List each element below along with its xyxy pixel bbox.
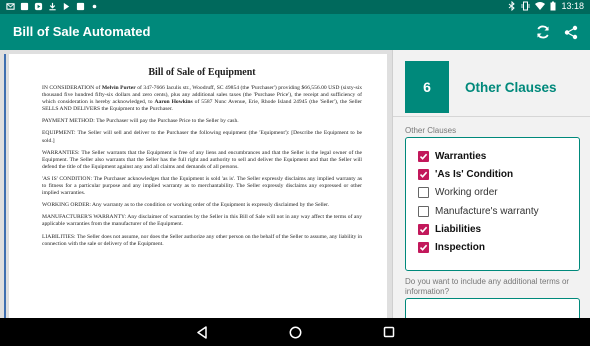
- document-page: Bill of Sale of Equipment IN CONSIDERATI…: [9, 54, 387, 320]
- document-title: Bill of Sale of Equipment: [148, 67, 256, 78]
- document-body: Bill of Sale of Equipment IN CONSIDERATI…: [42, 67, 362, 253]
- checkbox-label: Manufacture's warranty: [435, 205, 539, 217]
- status-bar: 13:18: [0, 0, 590, 14]
- back-icon: [197, 325, 207, 339]
- text-run: IN CONSIDERATION of: [42, 85, 102, 91]
- checkbox-label: Warranties: [435, 150, 487, 162]
- square-notification-icon: [76, 2, 85, 11]
- home-icon: [289, 326, 301, 338]
- checkbox-icon[interactable]: [418, 150, 429, 162]
- manufacturer-warranty-paragraph: MANUFACTURER'S WARRANTY: Any disclaimer …: [42, 214, 362, 228]
- mail-icon: [6, 3, 15, 10]
- checkmark-icon: [419, 171, 428, 178]
- equipment-paragraph: EQUIPMENT: The Seller will sell and deli…: [42, 130, 362, 144]
- refresh-icon: [537, 25, 549, 39]
- checkbox-as-is-condition[interactable]: 'As Is' Condition: [406, 165, 579, 183]
- as-is-paragraph: 'AS IS' CONDITION: The Purchaser acknowl…: [42, 175, 362, 197]
- checkbox-icon[interactable]: [418, 242, 429, 254]
- checkbox-label: Liabilities: [435, 223, 482, 235]
- play-notification-icon: [34, 2, 43, 11]
- checkbox-label: 'As Is' Condition: [435, 168, 514, 180]
- consideration-paragraph: IN CONSIDERATION of Melvin Porter of 347…: [42, 85, 362, 113]
- battery-icon: [550, 1, 556, 11]
- document-preview[interactable]: Bill of Sale of Equipment IN CONSIDERATI…: [0, 50, 392, 320]
- checkmark-icon: [419, 226, 428, 233]
- form-panel: 6 Other Clauses Other Clauses Warranties…: [392, 50, 590, 318]
- checkmark-icon: [419, 153, 428, 160]
- checkbox-icon[interactable]: [418, 168, 429, 180]
- section-title: Other Clauses: [465, 80, 557, 95]
- home-button[interactable]: [288, 325, 302, 339]
- notification-icons: [6, 2, 99, 11]
- liabilities-paragraph: LIABILITIES: The Seller does not assume,…: [42, 233, 362, 247]
- additional-terms-question: Do you want to include any additional te…: [405, 277, 570, 296]
- checkbox-warranties[interactable]: Warranties: [406, 147, 579, 165]
- checkbox-manufactures-warranty[interactable]: Manufacture's warranty: [406, 202, 579, 220]
- seller-name: Aaron Howkins: [154, 99, 193, 106]
- other-clauses-checkbox-group: Warranties 'As Is' Condition Working ord…: [405, 137, 580, 271]
- checkbox-group-label: Other Clauses: [405, 126, 457, 135]
- clock: 13:18: [561, 1, 584, 11]
- navigation-bar: [0, 318, 590, 346]
- checkbox-liabilities[interactable]: Liabilities: [406, 220, 579, 238]
- system-icons: 13:18: [508, 1, 584, 11]
- checkmark-icon: [419, 244, 428, 251]
- app-bar: Bill of Sale Automated: [0, 14, 590, 50]
- checkbox-icon[interactable]: [418, 223, 429, 235]
- checkbox-icon[interactable]: [418, 205, 429, 217]
- back-button[interactable]: [195, 325, 209, 339]
- share-icon: [564, 25, 578, 39]
- scroll-indicator: [4, 54, 6, 318]
- app-title: Bill of Sale Automated: [13, 24, 151, 39]
- download-icon: [49, 2, 56, 11]
- refresh-button[interactable]: [533, 22, 553, 42]
- square-notification-icon: [20, 2, 29, 11]
- buyer-name: Melvin Porter: [101, 85, 136, 91]
- bluetooth-icon: [509, 1, 516, 11]
- share-button[interactable]: [561, 22, 581, 42]
- wifi-icon: [535, 2, 546, 10]
- play-store-icon: [63, 2, 70, 11]
- checkbox-label: Working order: [435, 187, 498, 199]
- working-order-paragraph: WORKING ORDER: Any warranty as to the co…: [42, 202, 330, 209]
- dot-icon: [92, 4, 97, 9]
- checkbox-inspection[interactable]: Inspection: [406, 238, 579, 256]
- warranties-paragraph: WARRANTIES: The Seller warrants that the…: [42, 149, 362, 170]
- checkbox-working-order[interactable]: Working order: [406, 184, 579, 202]
- payment-method-paragraph: PAYMENT METHOD: The Purchaser will pay t…: [42, 118, 239, 125]
- recents-button[interactable]: [382, 325, 396, 339]
- recents-icon: [383, 326, 395, 338]
- additional-terms-options[interactable]: [405, 298, 580, 318]
- divider: [393, 116, 590, 117]
- checkbox-label: Inspection: [435, 242, 486, 254]
- step-number-badge: 6: [405, 61, 449, 113]
- checkbox-icon[interactable]: [418, 187, 429, 199]
- vibrate-icon: [522, 1, 530, 11]
